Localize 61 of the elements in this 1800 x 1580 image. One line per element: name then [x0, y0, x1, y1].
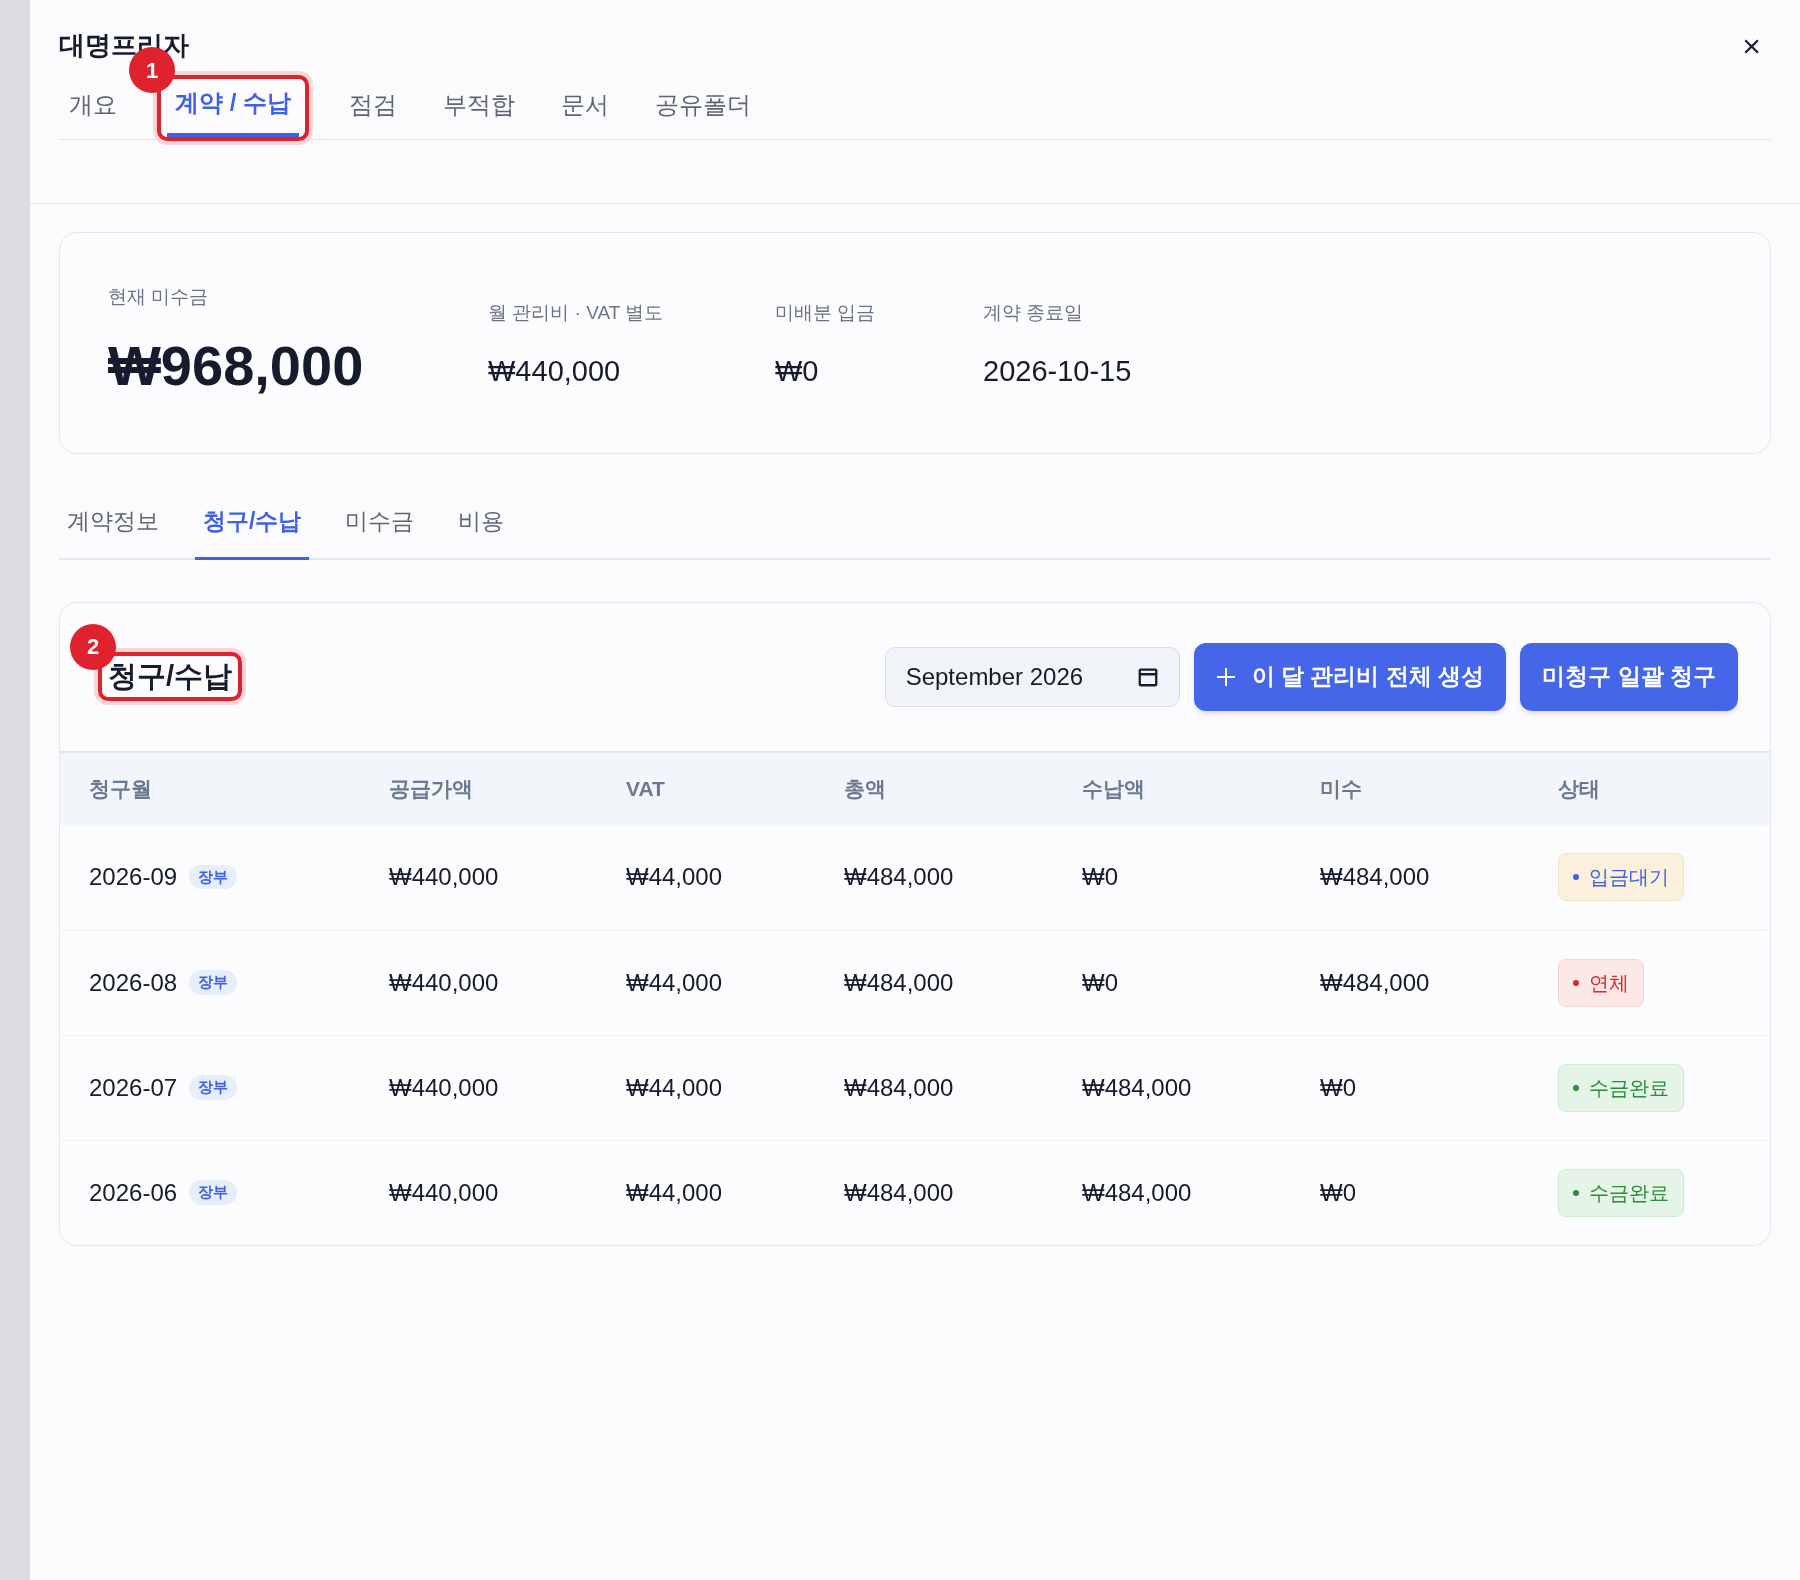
table-cell: ₩44,000: [626, 863, 723, 890]
summary-label: 현재 미수금: [108, 285, 210, 309]
summary-label: 월 관리비 · VAT 별도: [488, 301, 665, 325]
subtab[interactable]: 미수금: [337, 494, 423, 560]
ledger-tag: 장부: [189, 864, 238, 890]
table-cell: ₩484,000: [844, 968, 954, 996]
column-header: 청구월: [89, 776, 152, 800]
summary-label: 미배분 입금: [775, 301, 877, 325]
ledger-tag: 장부: [189, 970, 238, 995]
table-cell: ₩484,000: [1082, 1073, 1192, 1101]
column-header: VAT: [626, 776, 665, 800]
tab[interactable]: 부적합: [433, 73, 525, 139]
table-cell: ₩44,000: [626, 1073, 723, 1101]
subtab[interactable]: 비용: [450, 494, 513, 560]
table-cell-text: 2026-07: [89, 1072, 178, 1103]
table-cell: ₩440,000: [389, 1073, 499, 1101]
table-cell: ₩484,000: [1320, 863, 1430, 890]
ledger-tag: 장부: [189, 1075, 238, 1100]
table-cell: ₩0: [1320, 1178, 1356, 1206]
column-header: 공급가액: [389, 776, 473, 800]
table-cell: ₩440,000: [389, 863, 499, 890]
plus-icon: [1215, 666, 1236, 687]
summary-value: ₩440,000: [488, 353, 622, 389]
summary-value: ₩968,000: [108, 337, 365, 394]
status-badge: 연체: [1558, 958, 1644, 1007]
status-badge: 수금완료: [1558, 1063, 1684, 1112]
column-header: 총액: [844, 776, 886, 800]
table-cell: ₩0: [1320, 1073, 1356, 1101]
table-cell: ₩0: [1082, 863, 1118, 890]
subtab[interactable]: 계약정보: [59, 494, 167, 560]
table-cell-text: 2026-08: [89, 967, 178, 998]
column-header: 미수: [1320, 776, 1362, 800]
tab[interactable]: 공유폴더: [645, 73, 761, 139]
summary-value: ₩0: [775, 353, 820, 389]
table-cell: ₩44,000: [626, 1178, 723, 1206]
tab[interactable]: 문서: [551, 73, 619, 139]
tab[interactable]: 개요: [59, 73, 127, 139]
table-cell: ₩484,000: [1082, 1178, 1192, 1206]
status-badge: 수금완료: [1558, 1168, 1684, 1217]
summary-value: 2026-10-15: [983, 353, 1133, 389]
summary-label: 계약 종료일: [983, 301, 1085, 325]
table-cell: ₩484,000: [844, 1073, 954, 1101]
column-header: 수납액: [1082, 776, 1145, 800]
table-cell: ₩44,000: [626, 968, 723, 996]
status-badge: 입금대기: [1558, 853, 1684, 901]
bulk-bill-button[interactable]: 미청구 일괄 청구: [1520, 642, 1738, 711]
ledger-tag: 장부: [189, 1180, 238, 1205]
table-cell: ₩484,000: [844, 863, 954, 890]
table-cell: ₩0: [1082, 968, 1118, 996]
table-cell: ₩484,000: [844, 1178, 954, 1206]
table-cell: ₩440,000: [389, 968, 499, 996]
table-cell: ₩484,000: [1320, 968, 1430, 996]
table-cell-text: 2026-09: [89, 862, 178, 892]
column-header: 상태: [1558, 776, 1600, 800]
table-cell: ₩440,000: [389, 1178, 499, 1206]
month-field[interactable]: September 2026: [884, 646, 1180, 707]
table-cell-text: 2026-06: [89, 1177, 178, 1208]
tab[interactable]: 점검: [339, 73, 407, 139]
close-button[interactable]: ×: [1742, 30, 1761, 62]
subtab[interactable]: 청구/수납: [195, 494, 310, 560]
generate-button[interactable]: 이 달 관리비 전체 생성: [1193, 642, 1507, 711]
